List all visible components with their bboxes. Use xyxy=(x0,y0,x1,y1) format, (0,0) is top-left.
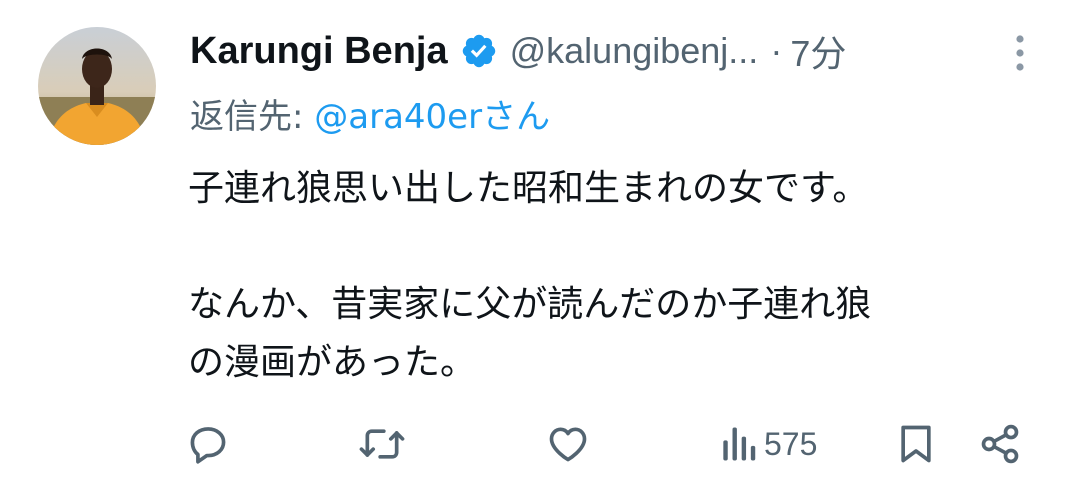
separator-dot: · xyxy=(770,30,783,71)
tweet-actions: 575 xyxy=(0,412,1080,476)
reply-mention-link[interactable]: @ara40erさん xyxy=(314,97,550,137)
bookmark-button[interactable] xyxy=(898,412,934,476)
view-count: 575 xyxy=(764,425,818,462)
views-button[interactable]: 575 xyxy=(718,412,817,476)
tweet-header: Karungi Benja @kalungibenj... · 7分 xyxy=(190,24,846,78)
retweet-icon xyxy=(358,422,406,466)
reply-context: 返信先: @ara40erさん xyxy=(190,89,550,138)
reply-icon xyxy=(186,422,230,466)
tweet-timestamp[interactable]: 7分 xyxy=(790,25,846,77)
tweet-text-line: の漫画があった。 xyxy=(188,342,477,383)
tweet-body: 子連れ狼思い出した昭和生まれの女です。 なんか、昔実家に父が読んだのか子連れ狼 … xyxy=(188,160,1048,392)
tweet-text-line xyxy=(188,218,1048,276)
retweet-button[interactable] xyxy=(358,412,406,476)
author-avatar[interactable] xyxy=(38,27,156,145)
reply-button[interactable] xyxy=(186,412,230,476)
more-vertical-icon[interactable] xyxy=(1007,32,1033,74)
reply-prefix: 返信先: xyxy=(190,97,315,137)
like-heart-icon xyxy=(546,422,590,466)
tweet-text-line: なんか、昔実家に父が読んだのか子連れ狼 xyxy=(188,284,872,325)
author-name[interactable]: Karungi Benja xyxy=(190,30,448,73)
views-bar-chart-icon xyxy=(718,422,758,466)
share-button[interactable] xyxy=(978,412,1022,476)
author-handle[interactable]: @kalungibenj... xyxy=(510,30,759,72)
bookmark-icon xyxy=(898,422,934,466)
like-button[interactable] xyxy=(546,412,590,476)
share-icon xyxy=(978,422,1022,466)
verified-badge-icon xyxy=(460,32,498,70)
tweet-text-line: 子連れ狼思い出した昭和生まれの女です。 xyxy=(188,168,869,209)
